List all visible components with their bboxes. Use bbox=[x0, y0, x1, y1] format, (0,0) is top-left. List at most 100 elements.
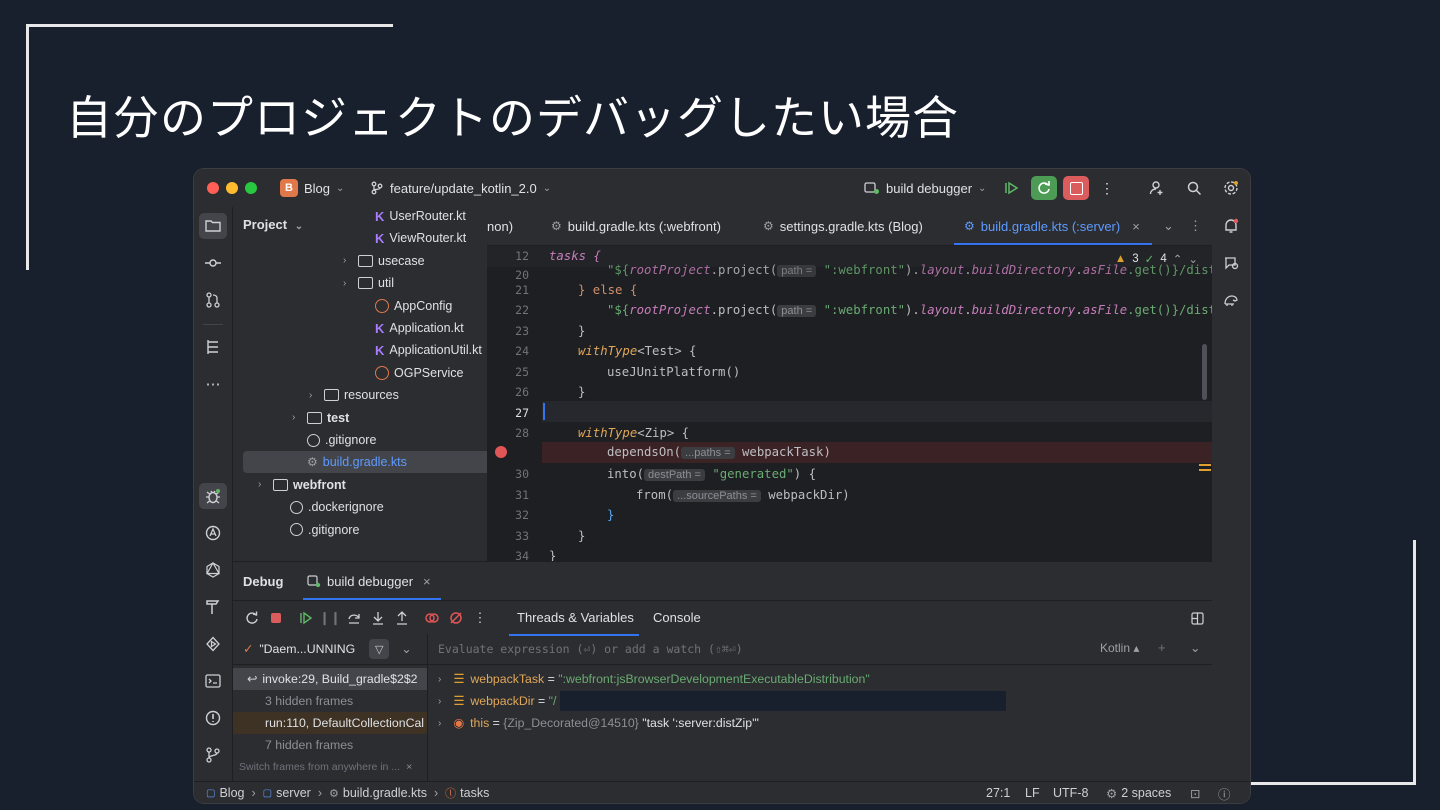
project-switcher[interactable]: B Blog ⌄ bbox=[280, 169, 344, 207]
close-window-button[interactable] bbox=[207, 182, 219, 194]
step-into-button[interactable] bbox=[369, 609, 387, 627]
frame-row-lib[interactable]: run:110, DefaultCollectionCal bbox=[233, 712, 427, 734]
tree-item[interactable]: AppConfig bbox=[360, 295, 452, 317]
variable-row[interactable]: › ☰ webpackTask = ":webfront:jsBrowserDe… bbox=[438, 668, 870, 690]
lock-icon[interactable]: ⊡ bbox=[1190, 782, 1200, 803]
step-out-button[interactable] bbox=[393, 609, 411, 627]
resume-button[interactable] bbox=[297, 609, 315, 627]
expand-arrow-icon[interactable]: › bbox=[438, 718, 441, 729]
tree-item[interactable]: K ApplicationUtil.kt bbox=[360, 339, 482, 361]
problems-icon[interactable]: ⓘ bbox=[1218, 782, 1231, 803]
tab-list-button[interactable]: ⌄ bbox=[1163, 207, 1174, 245]
tree-item[interactable]: .gitignore bbox=[275, 519, 359, 541]
tree-item[interactable]: .dockerignore bbox=[275, 496, 384, 518]
run-config-selector[interactable]: build debugger ⌄ bbox=[864, 169, 986, 207]
tree-item[interactable]: › resources bbox=[309, 384, 399, 406]
tree-item[interactable]: K UserRouter.kt bbox=[360, 207, 466, 227]
structure-tool-button[interactable] bbox=[199, 334, 227, 360]
tab-threads-variables[interactable]: Threads & Variables bbox=[517, 610, 634, 625]
tab-previous[interactable]: non) bbox=[487, 207, 513, 245]
tree-item[interactable]: K ViewRouter.kt bbox=[360, 227, 466, 249]
thread-selector[interactable]: ✓ "Daem...UNNING ▽ ⌄ bbox=[233, 634, 427, 665]
analyze-tool-button[interactable] bbox=[199, 520, 227, 546]
pull-requests-tool-button[interactable] bbox=[199, 287, 227, 313]
close-tab-icon[interactable]: × bbox=[1132, 219, 1140, 234]
indent-setting[interactable]: ⚙ 2 spaces bbox=[1106, 782, 1171, 803]
evaluate-input[interactable]: Evaluate expression (⏎) or add a watch (… bbox=[438, 642, 743, 656]
close-hint-icon[interactable]: × bbox=[406, 761, 412, 773]
project-tool-button[interactable] bbox=[199, 213, 227, 239]
line-separator[interactable]: LF bbox=[1025, 782, 1040, 803]
tree-item[interactable]: ⚙ build.gradle.kts bbox=[243, 451, 487, 474]
debug-session-tab[interactable]: build debugger × bbox=[307, 562, 431, 600]
chevron-down-icon[interactable]: ⌄ bbox=[401, 642, 411, 656]
tree-item[interactable]: OGPService bbox=[360, 362, 463, 384]
search-button[interactable] bbox=[1181, 176, 1207, 200]
tab-webfront-gradle[interactable]: ⚙ build.gradle.kts (:webfront) bbox=[551, 207, 721, 245]
branch-switcher[interactable]: feature/update_kotlin_2.0 ⌄ bbox=[370, 169, 551, 207]
ai-assistant-button[interactable] bbox=[1217, 250, 1245, 276]
more-actions-button[interactable]: ⋮ bbox=[1094, 176, 1120, 200]
frame-row-hidden[interactable]: 3 hidden frames bbox=[233, 690, 427, 712]
frame-row-current[interactable]: ↩ invoke:29, Build_gradle$2$2 bbox=[233, 668, 427, 690]
more-tools-button[interactable]: ⋯ bbox=[199, 371, 227, 397]
add-watch-icon[interactable]: + bbox=[1158, 640, 1166, 655]
tab-server-gradle[interactable]: ⚙ build.gradle.kts (:server) × bbox=[964, 207, 1140, 245]
breakpoint-icon[interactable] bbox=[495, 446, 507, 458]
tree-item[interactable]: .gitignore bbox=[292, 429, 376, 451]
expand-arrow-icon[interactable]: › bbox=[292, 412, 302, 423]
file-encoding[interactable]: UTF-8 bbox=[1053, 782, 1088, 803]
expand-arrow-icon[interactable]: › bbox=[343, 255, 353, 266]
tree-item[interactable]: › webfront bbox=[258, 474, 346, 496]
services-tool-button[interactable] bbox=[199, 631, 227, 657]
project-panel-header[interactable]: Project ⌄ bbox=[243, 217, 303, 232]
code-editor[interactable]: 12 tasks { ▲ 3 ✓ 4 ⌃ ⌄ 20 21 22 23 24 25… bbox=[487, 246, 1212, 561]
rerun-button[interactable] bbox=[999, 176, 1025, 200]
pause-button[interactable]: ❙❙ bbox=[319, 609, 341, 627]
layout-settings-button[interactable] bbox=[1188, 609, 1206, 627]
add-user-button[interactable] bbox=[1144, 176, 1170, 200]
variable-row[interactable]: › ☰ webpackDir = "/ bbox=[438, 690, 1007, 712]
vcs-tool-button[interactable] bbox=[199, 742, 227, 768]
minimize-window-button[interactable] bbox=[226, 182, 238, 194]
tab-more-button[interactable]: ⋮ bbox=[1189, 207, 1202, 245]
tab-settings-gradle[interactable]: ⚙ settings.gradle.kts (Blog) bbox=[763, 207, 923, 245]
expand-arrow-icon[interactable]: › bbox=[309, 390, 319, 401]
mute-breakpoints-button[interactable] bbox=[447, 609, 465, 627]
breadcrumb-item[interactable]: server bbox=[276, 786, 311, 800]
tree-item[interactable]: K Application.kt bbox=[360, 317, 464, 339]
caret-position[interactable]: 27:1 bbox=[986, 782, 1010, 803]
debug-more-button[interactable]: ⋮ bbox=[471, 609, 489, 627]
commit-tool-button[interactable] bbox=[199, 250, 227, 276]
tree-item[interactable]: › test bbox=[292, 407, 349, 429]
stop-debug-button[interactable] bbox=[267, 609, 285, 627]
stop-button[interactable] bbox=[1063, 176, 1089, 200]
step-over-button[interactable] bbox=[345, 609, 363, 627]
chevron-down-icon[interactable]: ⌄ bbox=[1190, 640, 1200, 655]
breadcrumb-item[interactable]: tasks bbox=[460, 786, 489, 800]
notifications-button[interactable] bbox=[1217, 213, 1245, 239]
tree-item[interactable]: › usecase bbox=[343, 250, 425, 272]
expand-arrow-icon[interactable]: › bbox=[438, 696, 441, 707]
breadcrumb-item[interactable]: Blog bbox=[219, 786, 244, 800]
graphql-tool-button[interactable] bbox=[199, 557, 227, 583]
variable-row[interactable]: › ◉ this = {Zip_Decorated@14510} "task '… bbox=[438, 712, 759, 734]
expand-arrow-icon[interactable]: › bbox=[258, 479, 268, 490]
debug-tool-button[interactable] bbox=[199, 483, 227, 509]
build-tool-button[interactable] bbox=[199, 594, 227, 620]
language-selector[interactable]: Kotlin ▴ bbox=[1100, 641, 1139, 655]
filter-icon[interactable]: ▽ bbox=[369, 639, 390, 659]
terminal-tool-button[interactable] bbox=[199, 668, 227, 694]
view-breakpoints-button[interactable] bbox=[423, 609, 441, 627]
tab-console[interactable]: Console bbox=[653, 610, 701, 625]
breadcrumb-item[interactable]: build.gradle.kts bbox=[343, 786, 427, 800]
close-tab-icon[interactable]: × bbox=[423, 574, 431, 589]
expand-arrow-icon[interactable]: › bbox=[343, 278, 353, 289]
tree-item[interactable]: › util bbox=[343, 272, 394, 294]
settings-button[interactable] bbox=[1218, 176, 1244, 200]
gradle-tool-button[interactable] bbox=[1217, 287, 1245, 313]
problems-tool-button[interactable] bbox=[199, 705, 227, 731]
expand-arrow-icon[interactable]: › bbox=[438, 674, 441, 685]
debug-rerun-button[interactable] bbox=[1031, 176, 1057, 200]
rerun-debug-button[interactable] bbox=[243, 609, 261, 627]
